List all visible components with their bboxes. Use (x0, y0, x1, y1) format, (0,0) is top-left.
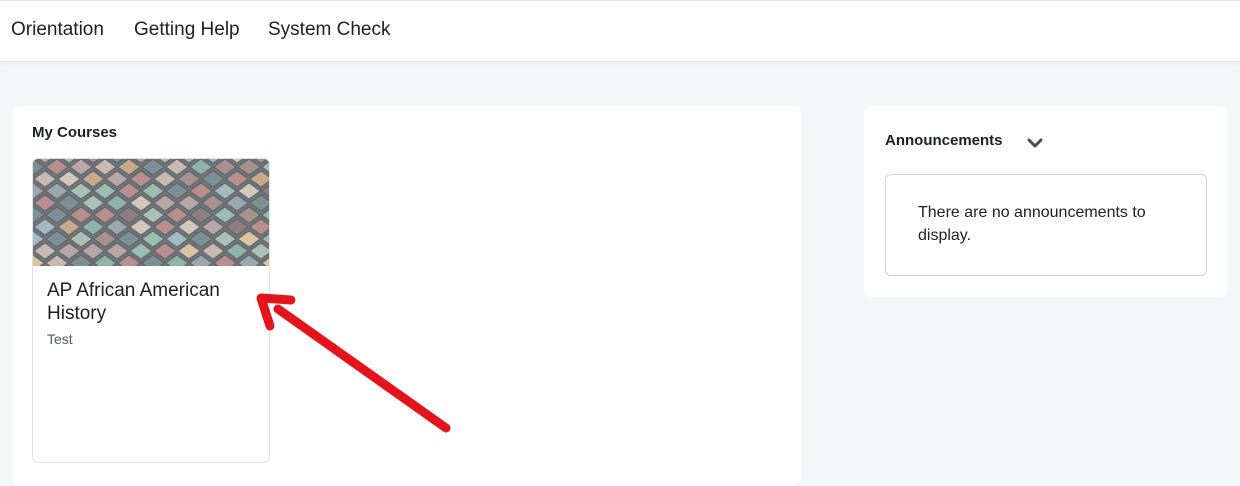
announcements-title: Announcements (885, 132, 1003, 149)
top-navigation-bar: Orientation Getting Help System Check (0, 0, 1240, 62)
my-courses-title: My Courses (32, 124, 118, 141)
nav-item-getting-help[interactable]: Getting Help (134, 19, 240, 41)
course-code: Test (47, 331, 73, 347)
nav-item-system-check[interactable]: System Check (268, 19, 390, 41)
course-card[interactable]: AP African American History Test (32, 158, 270, 463)
announcements-empty-box: There are no announcements to display. (885, 174, 1207, 276)
nav-item-orientation[interactable]: Orientation (11, 19, 104, 41)
course-image[interactable] (33, 159, 269, 266)
course-name[interactable]: AP African American History (47, 279, 257, 325)
chevron-down-icon[interactable] (1025, 133, 1045, 153)
course-image-tiles (33, 159, 269, 266)
announcements-widget: Announcements There are no announcements… (864, 106, 1228, 297)
announcements-empty-message: There are no announcements to display. (918, 204, 1146, 244)
my-courses-widget: My Courses AP African American History T… (12, 106, 801, 486)
